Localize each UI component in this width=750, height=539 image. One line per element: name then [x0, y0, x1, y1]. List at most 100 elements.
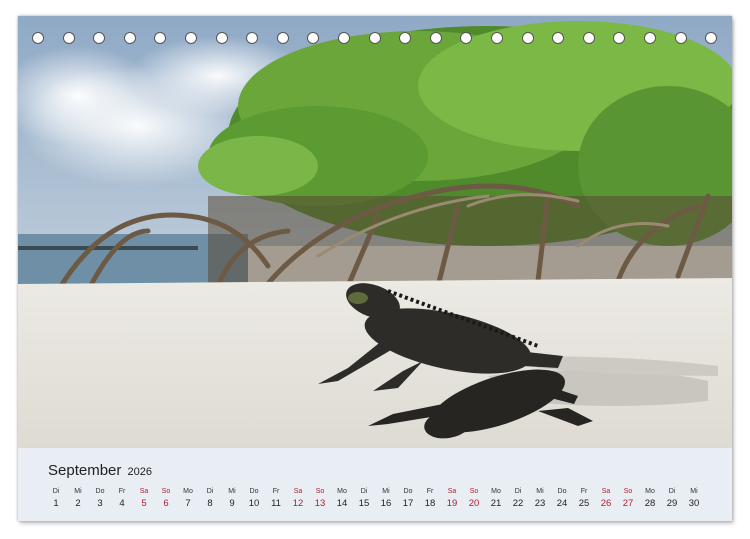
day-cell: Fr 4 — [112, 486, 132, 511]
weekday-label: Sa — [293, 488, 303, 495]
day-number: 9 — [229, 498, 235, 509]
binding-hole — [62, 32, 75, 44]
binding-hole — [582, 32, 595, 44]
day-number: 3 — [97, 498, 103, 509]
day-cell: Sa 12 — [288, 486, 308, 511]
day-cell: Mo 21 — [486, 486, 506, 511]
binding-hole — [93, 32, 106, 44]
weekday-label: Mo — [491, 488, 501, 495]
day-number: 2 — [75, 498, 81, 509]
weekday-label: Do — [557, 488, 567, 495]
weekday-label: So — [161, 488, 171, 495]
day-cell: Mi 23 — [530, 486, 550, 511]
month-name: September — [48, 462, 122, 479]
day-number: 6 — [163, 498, 169, 509]
day-cell: Di 8 — [200, 486, 220, 511]
binding-hole — [32, 32, 44, 44]
day-number: 21 — [490, 498, 502, 509]
binding-hole — [123, 32, 136, 44]
day-cell: Di 1 — [46, 486, 66, 511]
weekday-label: Fr — [426, 488, 434, 495]
weekday-label: Fr — [580, 488, 588, 495]
day-number: 27 — [622, 498, 634, 509]
day-number: 7 — [185, 498, 191, 509]
binding-hole — [246, 32, 259, 44]
weekday-label: Fr — [118, 488, 126, 495]
weekday-label: Mi — [228, 488, 236, 495]
day-cell: Do 17 — [398, 486, 418, 511]
weekday-label: Mo — [337, 488, 347, 495]
day-number: 4 — [119, 498, 125, 509]
weekday-label: Di — [52, 488, 60, 495]
day-cell: Sa 26 — [596, 486, 616, 511]
day-number: 28 — [644, 498, 656, 509]
binding-hole — [276, 32, 289, 44]
day-number: 13 — [314, 498, 326, 509]
calendar-strip: September 2026 Di 1 Mi 2 Do 3 Fr 4 Sa 5 So 6 Mo 7 Di 8 M… — [18, 448, 732, 521]
weekday-label: Di — [360, 488, 368, 495]
weekday-label: Mi — [690, 488, 698, 495]
weekday-label: Do — [249, 488, 259, 495]
weekday-label: Mo — [183, 488, 193, 495]
day-cell: Di 15 — [354, 486, 374, 511]
day-cell: So 13 — [310, 486, 330, 511]
day-number: 10 — [248, 498, 260, 509]
binding-hole — [215, 32, 228, 44]
day-number: 30 — [688, 498, 700, 509]
weekday-label: Mi — [382, 488, 390, 495]
day-cell: Mi 16 — [376, 486, 396, 511]
day-cell: Mi 2 — [68, 486, 88, 511]
day-cell: Mi 9 — [222, 486, 242, 511]
day-number: 29 — [666, 498, 678, 509]
binding-hole — [399, 32, 412, 44]
day-number: 15 — [358, 498, 370, 509]
day-number: 19 — [446, 498, 458, 509]
binding-holes — [32, 32, 722, 48]
day-cell: Di 29 — [662, 486, 682, 511]
day-number: 18 — [424, 498, 436, 509]
binding-hole — [491, 32, 503, 44]
calendar-page: September 2026 Di 1 Mi 2 Do 3 Fr 4 Sa 5 So 6 Mo 7 Di 8 M… — [18, 16, 732, 521]
weekday-label: So — [469, 488, 479, 495]
year: 2026 — [127, 466, 153, 478]
weekday-label: Sa — [139, 488, 149, 495]
binding-hole — [368, 32, 381, 44]
day-number: 23 — [534, 498, 546, 509]
binding-hole — [460, 32, 473, 44]
days-row: Di 1 Mi 2 Do 3 Fr 4 Sa 5 So 6 Mo 7 Di 8 Mi 9 Do 10 Fr 11 Sa 12 S… — [46, 486, 726, 516]
day-cell: Fr 18 — [420, 486, 440, 511]
weekday-label: Fr — [272, 488, 280, 495]
day-cell: Mi 30 — [684, 486, 704, 511]
day-number: 22 — [512, 498, 524, 509]
day-number: 20 — [468, 498, 480, 509]
day-cell: Fr 11 — [266, 486, 286, 511]
binding-hole — [185, 32, 197, 44]
weekday-label: Di — [514, 488, 522, 495]
weekday-label: So — [623, 488, 633, 495]
weekday-label: Mi — [74, 488, 82, 495]
day-number: 8 — [207, 498, 213, 509]
photo-marine-iguanas-mangroves — [18, 16, 732, 448]
day-number: 26 — [600, 498, 612, 509]
day-cell: Sa 5 — [134, 486, 154, 511]
binding-hole — [613, 32, 626, 44]
day-number: 11 — [271, 498, 281, 509]
day-number: 12 — [292, 498, 304, 509]
day-number: 5 — [141, 498, 147, 509]
day-number: 25 — [578, 498, 590, 509]
day-number: 14 — [336, 498, 348, 509]
day-cell: So 6 — [156, 486, 176, 511]
weekday-label: Do — [403, 488, 413, 495]
binding-hole — [338, 32, 350, 44]
day-cell: Sa 19 — [442, 486, 462, 511]
month-title: September 2026 — [48, 462, 152, 479]
day-cell: Mo 28 — [640, 486, 660, 511]
weekday-label: Sa — [447, 488, 457, 495]
day-cell: Do 3 — [90, 486, 110, 511]
binding-hole — [154, 32, 167, 44]
binding-hole — [644, 32, 656, 44]
day-number: 17 — [402, 498, 414, 509]
day-cell: Fr 25 — [574, 486, 594, 511]
weekday-label: Mi — [536, 488, 544, 495]
weekday-label: Di — [206, 488, 214, 495]
